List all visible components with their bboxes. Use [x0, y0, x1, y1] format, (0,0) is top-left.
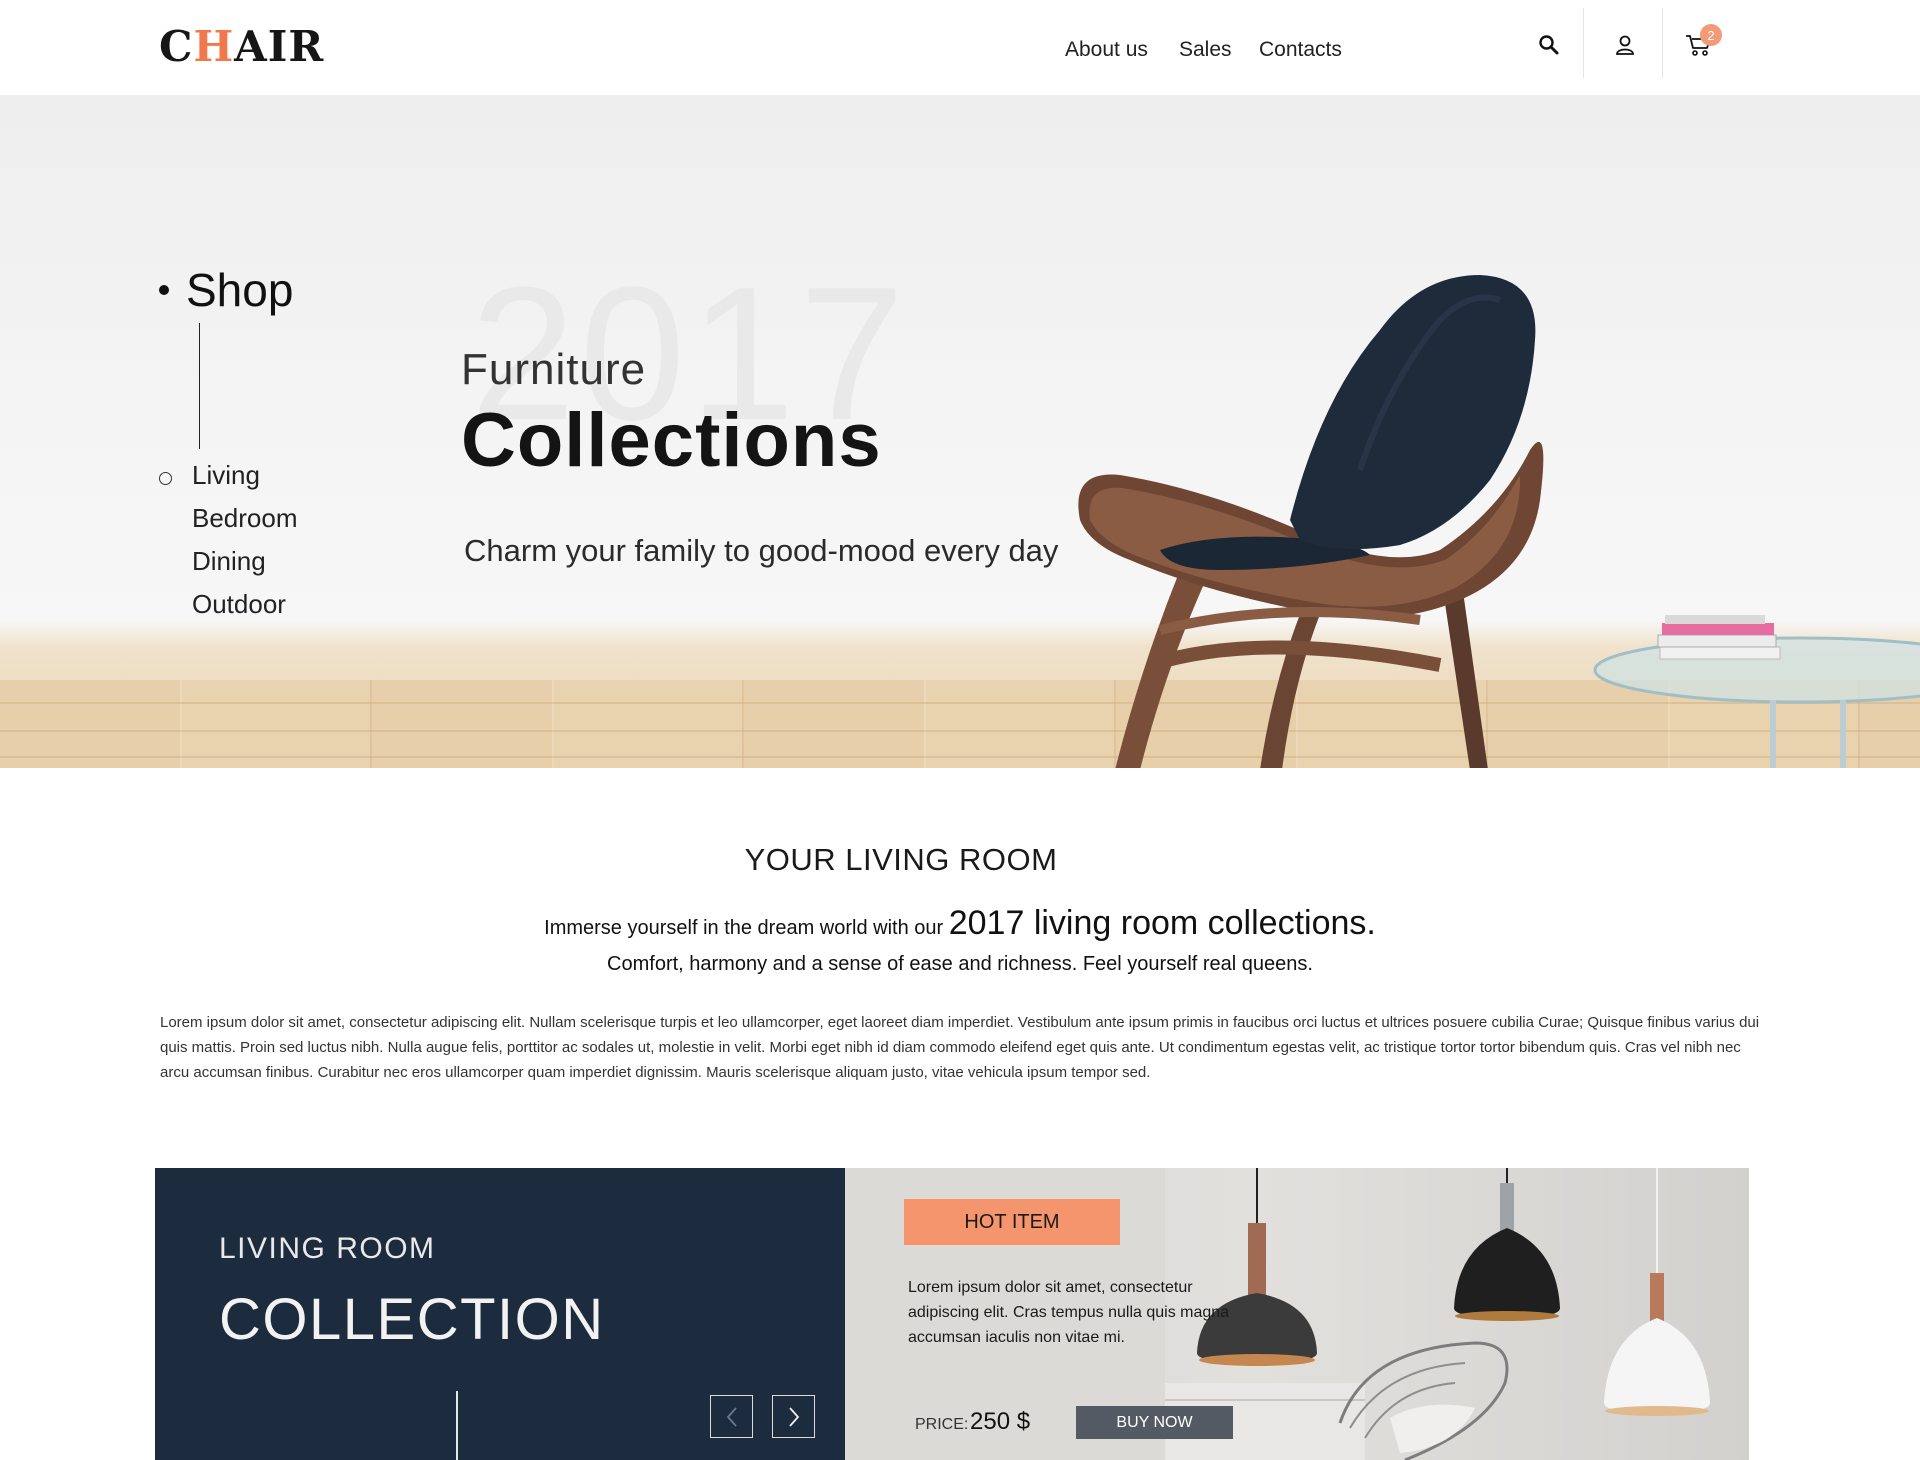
glass-table-image — [1593, 615, 1920, 768]
product-description: Lorem ipsum dolor sit amet, consectetur … — [908, 1279, 1230, 1346]
collection-subtitle: LIVING ROOM — [219, 1232, 436, 1265]
hero-banner: 2017 Shop Living Bedroom Dining Outdoor … — [0, 95, 1920, 768]
nav-about-us[interactable]: About us — [1065, 38, 1148, 62]
collection-panel: LIVING ROOM COLLECTION — [155, 1168, 845, 1460]
logo-text-accent: H — [193, 22, 235, 71]
collection-title: COLLECTION — [219, 1287, 605, 1352]
hot-item-panel: HOT ITEM Lorem ipsum dolor sit amet, con… — [845, 1168, 1749, 1460]
shop-bullet — [159, 285, 169, 295]
category-bedroom[interactable]: Bedroom — [192, 503, 298, 534]
intro-paragraph: Lorem ipsum dolor sit amet, consectetur … — [160, 1014, 1760, 1081]
category-living[interactable]: Living — [192, 460, 260, 491]
site-header: CHAIR About us Sales Contacts 2 — [0, 0, 1920, 95]
chevron-left-icon — [726, 1406, 737, 1427]
chevron-right-icon — [788, 1406, 799, 1427]
section-title: YOUR LIVING ROOM — [744, 842, 1058, 877]
nav-sales[interactable]: Sales — [1179, 38, 1232, 62]
collection-divider — [456, 1391, 458, 1460]
intro-lead-text: Immerse yourself in the dream world with… — [544, 917, 949, 939]
header-divider — [1583, 8, 1584, 78]
search-icon[interactable] — [1534, 30, 1564, 60]
cart-count-badge: 2 — [1700, 24, 1722, 46]
category-ring-marker — [159, 472, 172, 485]
category-dining[interactable]: Dining — [192, 546, 266, 577]
logo-text-start: C — [159, 22, 194, 71]
hero-tagline: Charm your family to good-mood every day — [464, 533, 1059, 568]
header-divider — [1662, 8, 1663, 78]
shop-title[interactable]: Shop — [186, 263, 293, 317]
hero-title: Collections — [461, 398, 882, 483]
nav-contacts[interactable]: Contacts — [1259, 38, 1342, 62]
price-label: PRICE: — [915, 1416, 969, 1433]
intro-headline: Immerse yourself in the dream world with… — [0, 904, 1920, 943]
next-arrow-button[interactable] — [772, 1395, 815, 1438]
category-outdoor[interactable]: Outdoor — [192, 589, 286, 620]
logo-text-end: AIR — [234, 22, 325, 71]
shop-vertical-line — [199, 323, 200, 449]
price-value: 250 $ — [970, 1408, 1031, 1435]
intro-highlight-text: 2017 living room collections. — [948, 904, 1376, 942]
hero-subtitle: Furniture — [461, 345, 647, 394]
hot-item-badge: HOT ITEM — [904, 1199, 1120, 1245]
user-icon[interactable] — [1610, 30, 1640, 60]
buy-now-button[interactable]: BUY NOW — [1076, 1406, 1233, 1439]
intro-subline: Comfort, harmony and a sense of ease and… — [607, 953, 1313, 975]
logo[interactable]: CHAIR — [159, 22, 324, 71]
prev-arrow-button[interactable] — [710, 1395, 753, 1438]
